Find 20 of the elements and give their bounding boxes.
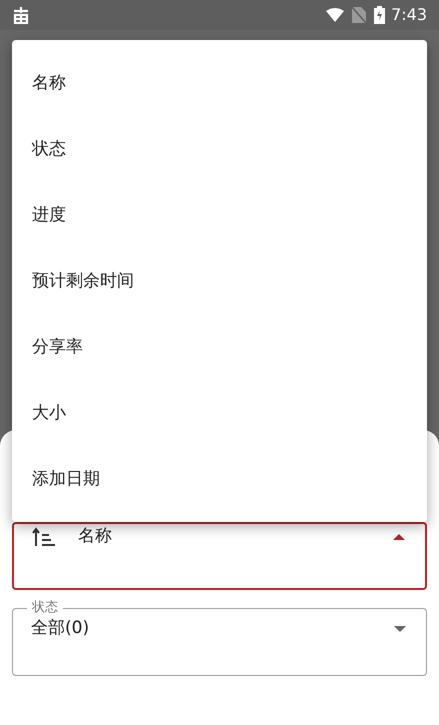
status-select-field[interactable]: 状态 全部(0) (12, 600, 427, 676)
sort-select-field[interactable]: 名称 (12, 522, 427, 590)
caret-up-icon (393, 534, 405, 540)
menu-item[interactable]: 状态 (12, 117, 427, 183)
caret-down-icon (394, 626, 406, 632)
menu-item[interactable]: 大小 (12, 381, 427, 447)
field-value: 全部(0) (31, 617, 90, 640)
menu-item[interactable]: 进度 (12, 183, 427, 249)
menu-item[interactable]: 分享率 (12, 315, 427, 381)
field-value: 名称 (78, 525, 113, 548)
menu-item[interactable]: 名称 (12, 51, 427, 117)
app-notification-icon (12, 6, 30, 24)
battery-charging-icon (374, 6, 386, 24)
menu-item[interactable]: 预计剩余时间 (12, 249, 427, 315)
sort-ascending-icon (32, 526, 56, 547)
no-sim-icon (352, 7, 366, 23)
field-label: 状态 (30, 600, 59, 616)
menu-item[interactable]: 添加日期 (12, 447, 427, 513)
wifi-icon (326, 8, 344, 22)
clock-time: 7:43 (391, 4, 427, 26)
